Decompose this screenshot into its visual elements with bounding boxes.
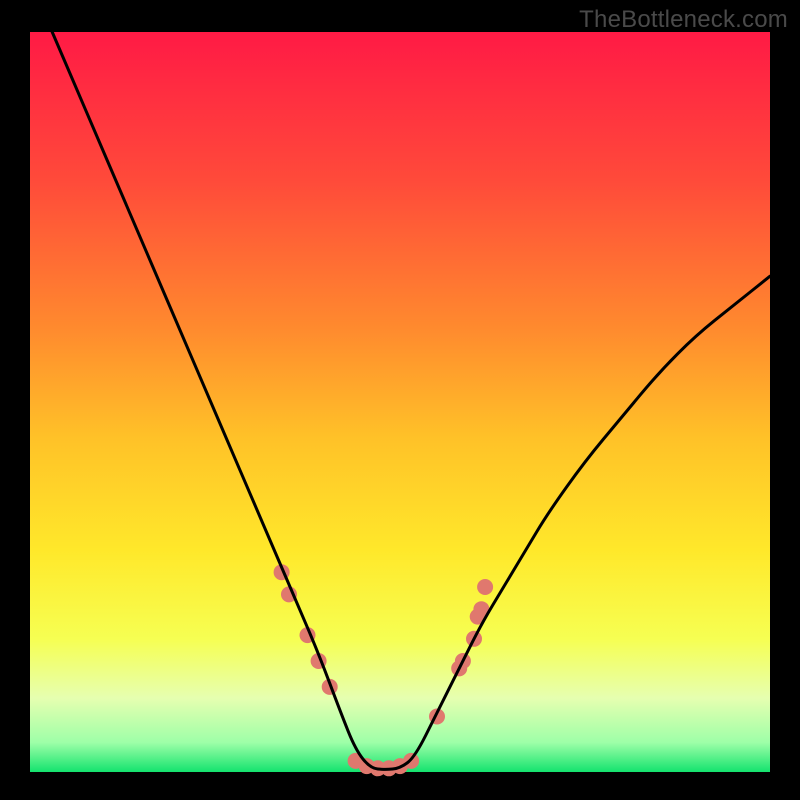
plot-background — [30, 32, 770, 772]
watermark-text: TheBottleneck.com — [579, 6, 788, 34]
curve-marker — [477, 579, 493, 595]
chart-stage: TheBottleneck.com — [0, 0, 800, 800]
chart-svg — [0, 0, 800, 800]
